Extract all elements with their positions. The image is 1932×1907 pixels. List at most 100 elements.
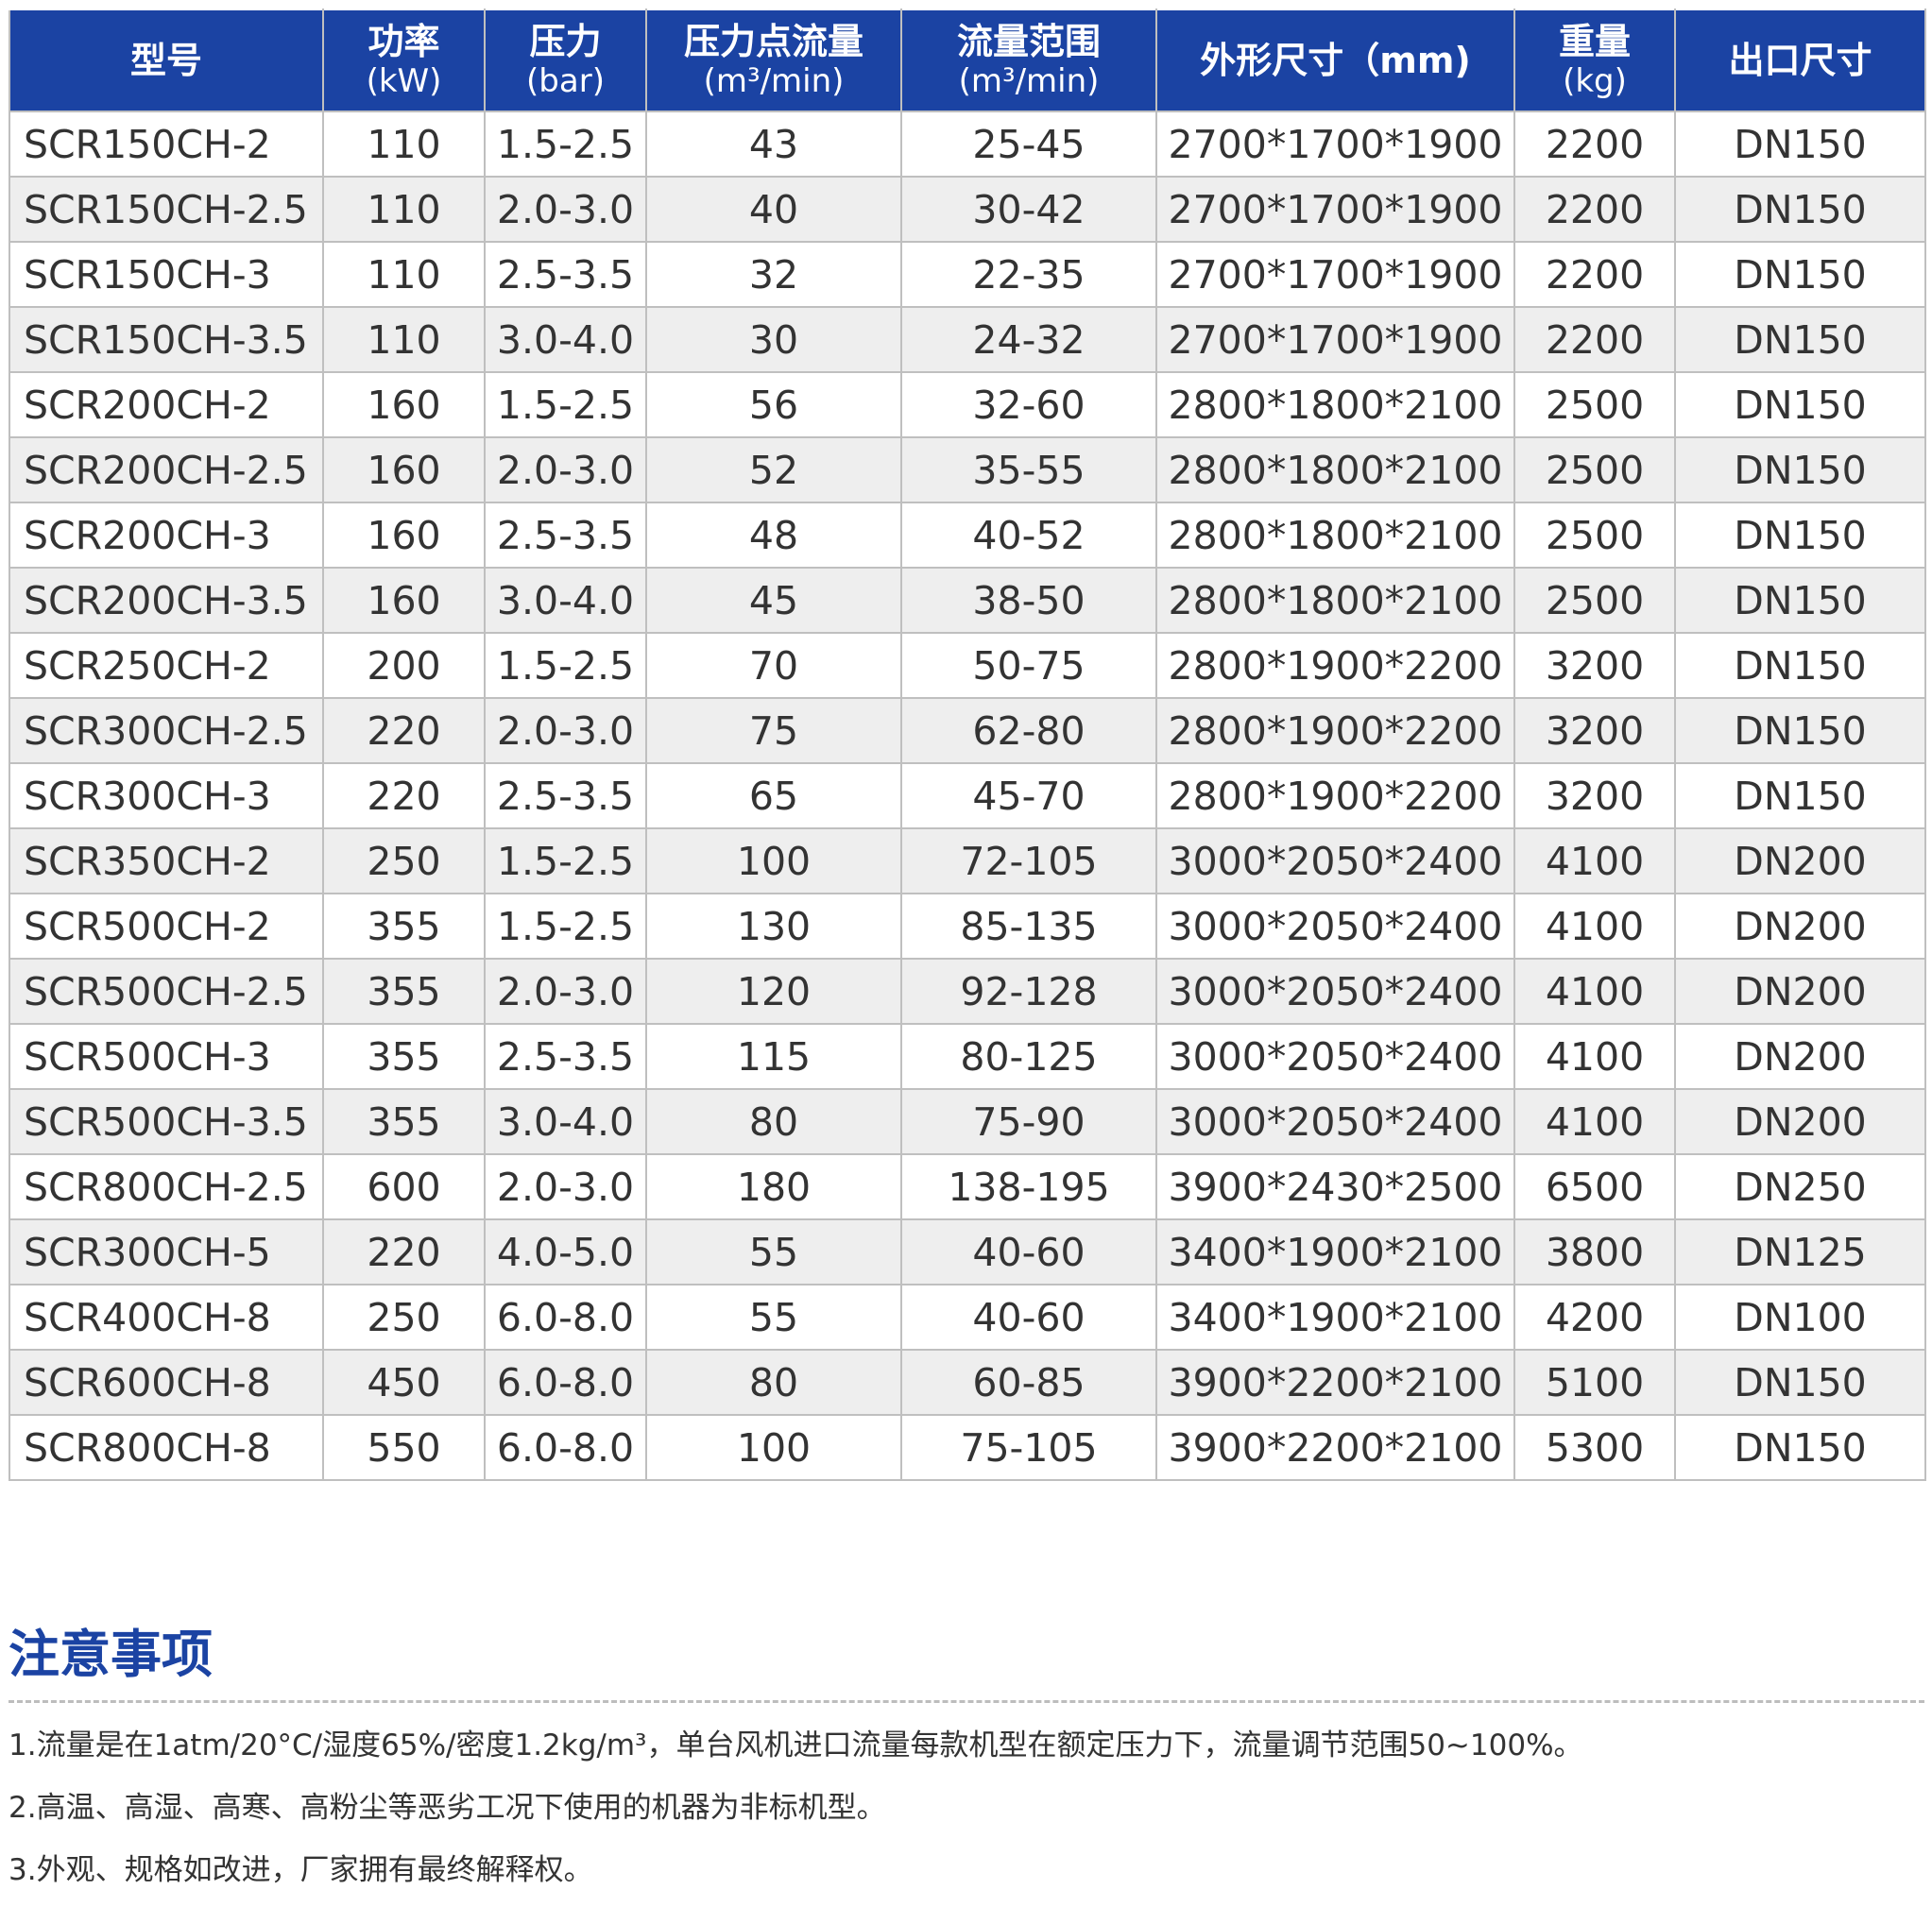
cell-pressure: 1.5-2.5: [484, 893, 647, 960]
cell-model: SCR600CH-8: [9, 1349, 324, 1416]
cell-dimensions: 2800*1800*2100: [1155, 371, 1515, 438]
table-row: SCR500CH-2.5 355 2.0-3.0 120 92-128 3000*2050…: [9, 958, 1926, 1025]
cell-pressure: 2.5-3.5: [484, 241, 647, 308]
table-body: SCR150CH-2 110 1.5-2.5 43 25-45 2700*1700*190…: [9, 111, 1926, 1481]
cell-flow-range: 50-75: [900, 632, 1157, 699]
cell-weight: 4100: [1513, 1023, 1676, 1090]
cell-model: SCR200CH-2: [9, 371, 324, 438]
cell-power: 110: [322, 176, 486, 243]
table-row: SCR150CH-3 110 2.5-3.5 32 22-35 2700*1700*190…: [9, 241, 1926, 308]
cell-weight: 4200: [1513, 1284, 1676, 1351]
cell-model: SCR500CH-3: [9, 1023, 324, 1090]
cell-weight: 3200: [1513, 762, 1676, 829]
cell-flow-range: 25-45: [900, 111, 1157, 178]
cell-pressure: 1.5-2.5: [484, 632, 647, 699]
cell-weight: 4100: [1513, 893, 1676, 960]
cell-dimensions: 3000*2050*2400: [1155, 1088, 1515, 1155]
note-item-2: 2.高温、高湿、高寒、高粉尘等恶劣工况下使用的机器为非标机型。: [9, 1791, 886, 1825]
cell-power: 250: [322, 827, 486, 894]
cell-weight: 4100: [1513, 1088, 1676, 1155]
cell-power: 355: [322, 1088, 486, 1155]
cell-model: SCR200CH-2.5: [9, 436, 324, 503]
header-flow-range: 流量范围 (m³/min): [900, 9, 1157, 112]
cell-pressure-flow: 40: [645, 176, 902, 243]
cell-outlet-size: DN150: [1674, 371, 1926, 438]
note-item-3: 3.外观、规格如改进，厂家拥有最终解释权。: [9, 1853, 593, 1887]
cell-dimensions: 2800*1800*2100: [1155, 567, 1515, 634]
cell-dimensions: 2700*1700*1900: [1155, 176, 1515, 243]
cell-pressure-flow: 100: [645, 827, 902, 894]
cell-dimensions: 2700*1700*1900: [1155, 241, 1515, 308]
cell-outlet-size: DN150: [1674, 111, 1926, 178]
cell-power: 250: [322, 1284, 486, 1351]
cell-weight: 3800: [1513, 1218, 1676, 1286]
notes-section: 注意事项 1.流量是在1atm/20°C/湿度65%/密度1.2kg/m³，单台…: [9, 1625, 1924, 1901]
cell-model: SCR800CH-2.5: [9, 1153, 324, 1220]
spec-table: 型号 功率 (kW) 压力 (bar) 压力点流量 (m³/min) 流量范围 (m³/…: [9, 9, 1926, 1481]
cell-outlet-size: DN150: [1674, 697, 1926, 764]
cell-power: 355: [322, 1023, 486, 1090]
cell-model: SCR500CH-2.5: [9, 958, 324, 1025]
cell-power: 110: [322, 111, 486, 178]
cell-outlet-size: DN150: [1674, 1349, 1926, 1416]
cell-pressure-flow: 48: [645, 502, 902, 569]
cell-flow-range: 85-135: [900, 893, 1157, 960]
cell-outlet-size: DN150: [1674, 176, 1926, 243]
cell-flow-range: 62-80: [900, 697, 1157, 764]
table-row: SCR200CH-3 160 2.5-3.5 48 40-52 2800*1800*210…: [9, 502, 1926, 569]
cell-weight: 2200: [1513, 111, 1676, 178]
cell-weight: 4100: [1513, 958, 1676, 1025]
cell-pressure: 2.0-3.0: [484, 697, 647, 764]
cell-pressure: 3.0-4.0: [484, 1088, 647, 1155]
table-row: SCR300CH-2.5 220 2.0-3.0 75 62-80 2800*1900*2…: [9, 697, 1926, 764]
cell-flow-range: 75-90: [900, 1088, 1157, 1155]
header-power: 功率 (kW): [322, 9, 486, 112]
note-item-1: 1.流量是在1atm/20°C/湿度65%/密度1.2kg/m³，单台风机进口流…: [9, 1728, 1583, 1762]
cell-outlet-size: DN200: [1674, 1023, 1926, 1090]
table-row: SCR250CH-2 200 1.5-2.5 70 50-75 2800*1900*220…: [9, 632, 1926, 699]
cell-flow-range: 80-125: [900, 1023, 1157, 1090]
cell-flow-range: 60-85: [900, 1349, 1157, 1416]
cell-pressure-flow: 70: [645, 632, 902, 699]
cell-dimensions: 3000*2050*2400: [1155, 893, 1515, 960]
header-row: 型号 功率 (kW) 压力 (bar) 压力点流量 (m³/min) 流量范围 (m³/…: [9, 9, 1926, 112]
table-row: SCR150CH-2 110 1.5-2.5 43 25-45 2700*1700*190…: [9, 111, 1926, 178]
cell-pressure: 6.0-8.0: [484, 1414, 647, 1481]
cell-outlet-size: DN150: [1674, 436, 1926, 503]
cell-flow-range: 138-195: [900, 1153, 1157, 1220]
cell-power: 550: [322, 1414, 486, 1481]
cell-pressure-flow: 56: [645, 371, 902, 438]
cell-pressure: 6.0-8.0: [484, 1349, 647, 1416]
cell-model: SCR500CH-3.5: [9, 1088, 324, 1155]
table-row: SCR500CH-3.5 355 3.0-4.0 80 75-90 3000*2050*2…: [9, 1088, 1926, 1155]
cell-pressure: 1.5-2.5: [484, 371, 647, 438]
table-row: SCR300CH-3 220 2.5-3.5 65 45-70 2800*1900*220…: [9, 762, 1926, 829]
cell-flow-range: 38-50: [900, 567, 1157, 634]
cell-outlet-size: DN150: [1674, 632, 1926, 699]
table-row: SCR500CH-2 355 1.5-2.5 130 85-135 3000*2050*2…: [9, 893, 1926, 960]
cell-model: SCR350CH-2: [9, 827, 324, 894]
cell-pressure-flow: 75: [645, 697, 902, 764]
cell-power: 160: [322, 502, 486, 569]
cell-dimensions: 2800*1800*2100: [1155, 436, 1515, 503]
cell-dimensions: 3900*2200*2100: [1155, 1349, 1515, 1416]
cell-pressure-flow: 43: [645, 111, 902, 178]
cell-power: 600: [322, 1153, 486, 1220]
table-row: SCR800CH-2.5 600 2.0-3.0 180 138-195 3900*243…: [9, 1153, 1926, 1220]
table-row: SCR200CH-2 160 1.5-2.5 56 32-60 2800*1800*210…: [9, 371, 1926, 438]
cell-weight: 2500: [1513, 567, 1676, 634]
cell-model: SCR200CH-3: [9, 502, 324, 569]
cell-model: SCR200CH-3.5: [9, 567, 324, 634]
cell-outlet-size: DN150: [1674, 1414, 1926, 1481]
header-dimensions: 外形尺寸（mm): [1155, 9, 1515, 112]
cell-outlet-size: DN150: [1674, 502, 1926, 569]
cell-model: SCR400CH-8: [9, 1284, 324, 1351]
cell-weight: 5100: [1513, 1349, 1676, 1416]
cell-outlet-size: DN250: [1674, 1153, 1926, 1220]
cell-outlet-size: DN200: [1674, 958, 1926, 1025]
table-row: SCR350CH-2 250 1.5-2.5 100 72-105 3000*2050*2…: [9, 827, 1926, 894]
cell-power: 220: [322, 1218, 486, 1286]
cell-model: SCR150CH-2: [9, 111, 324, 178]
cell-power: 220: [322, 697, 486, 764]
cell-outlet-size: DN125: [1674, 1218, 1926, 1286]
